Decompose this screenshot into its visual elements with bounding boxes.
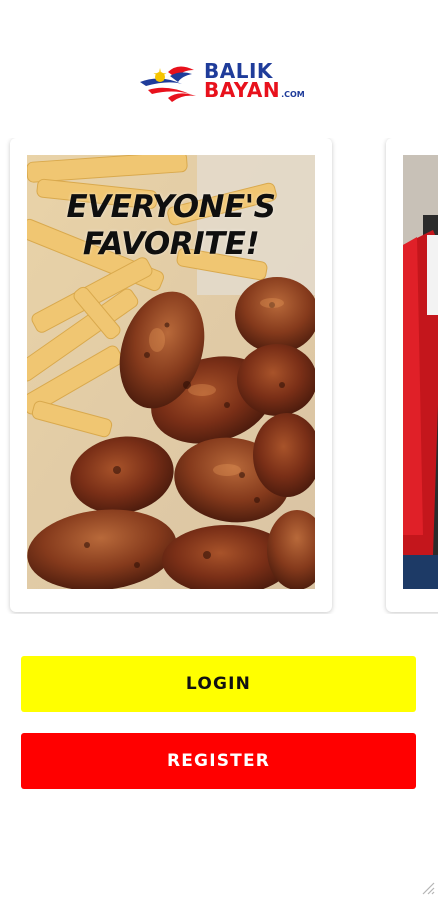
promo-headline: EVERYONE'S FAVORITE! [27,189,315,263]
person-red-jacket-image [403,155,438,589]
headline-line-2: FAVORITE! [82,226,260,262]
promo-image-chicken-wings: EVERYONE'S FAVORITE! [27,155,315,589]
promo-carousel[interactable]: EVERYONE'S FAVORITE! [0,138,438,614]
carousel-card-next[interactable] [386,138,438,612]
resize-handle-icon[interactable] [419,879,435,895]
logo-mark-icon [140,66,196,102]
logo-wordmark: BALIK BAYAN.COM [204,61,305,104]
logo-line-bayan: BAYAN.COM [204,78,305,104]
logo-bayan-text: BAYAN [204,78,281,102]
login-button[interactable]: LOGIN [21,656,416,712]
carousel-card[interactable]: EVERYONE'S FAVORITE! [10,138,332,612]
headline-line-1: EVERYONE'S [66,189,276,225]
brand-logo: BALIK BAYAN.COM [138,56,308,106]
promo-image-person [403,155,438,589]
logo-suffix: .COM [281,90,305,99]
register-button[interactable]: REGISTER [21,733,416,789]
